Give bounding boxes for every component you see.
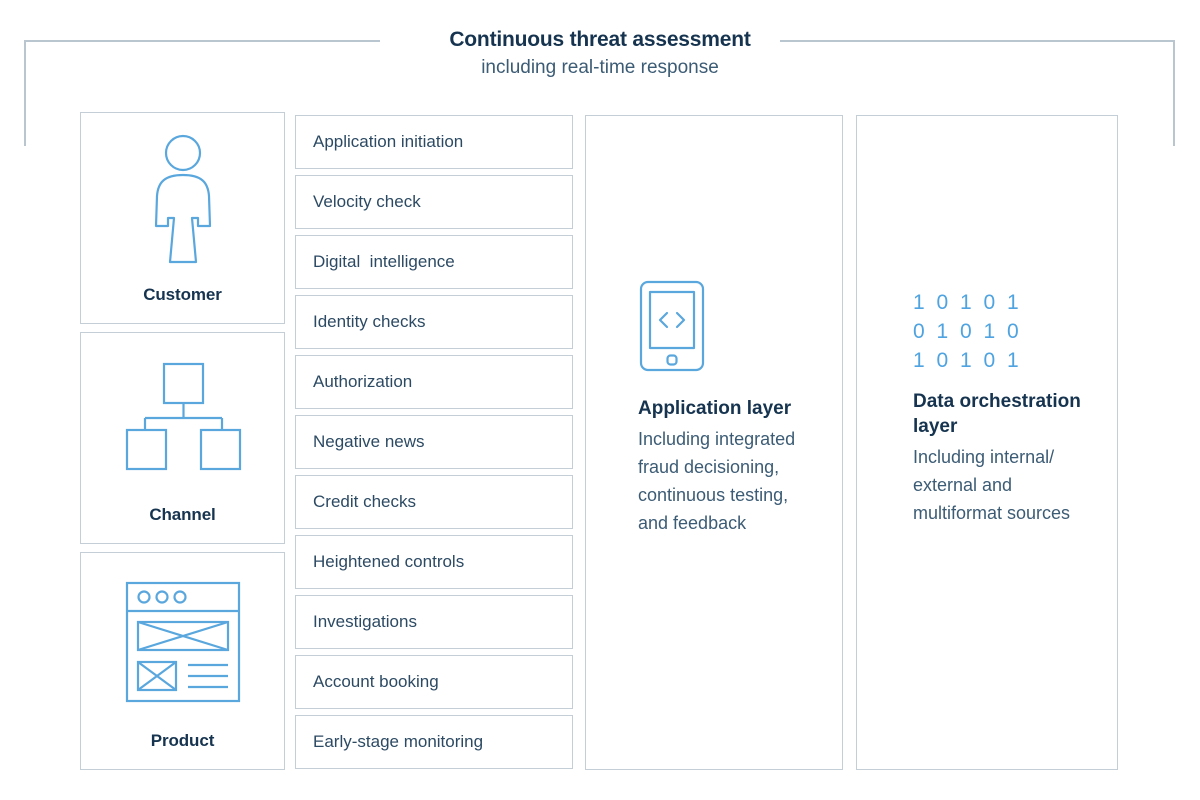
layer-content-data-orchestration: 1 0 1 0 1 0 1 0 1 0 1 0 1 0 1 Data orche… <box>913 288 1089 527</box>
layer-description-data-orchestration: Including internal/ external and multifo… <box>913 447 1071 523</box>
check-item[interactable]: Velocity check <box>295 175 573 229</box>
check-item[interactable]: Credit checks <box>295 475 573 529</box>
check-item[interactable]: Account booking <box>295 655 573 709</box>
page-subtitle: including real-time response <box>481 57 719 78</box>
entity-card-product[interactable]: Product <box>80 552 285 770</box>
entity-card-channel[interactable]: Channel <box>80 332 285 544</box>
layer-content-application: Application layer Including integrated f… <box>638 279 798 537</box>
header-title-group: Continuous threat assessment including r… <box>0 26 1200 81</box>
check-item[interactable]: Heightened controls <box>295 535 573 589</box>
entity-label-product: Product <box>150 731 215 750</box>
mobile-code-icon <box>638 279 798 378</box>
page-title: Continuous threat assessment <box>449 28 751 51</box>
layer-panel-application[interactable]: Application layer Including integrated f… <box>585 115 843 770</box>
entity-label-customer: Customer <box>143 285 222 304</box>
person-icon <box>81 113 284 285</box>
check-item[interactable]: Negative news <box>295 415 573 469</box>
check-item[interactable]: Identity checks <box>295 295 573 349</box>
check-item[interactable]: Application initiation <box>295 115 573 169</box>
browser-wireframe-icon <box>81 553 284 731</box>
layer-title-application: Application layer <box>638 398 792 419</box>
binary-data-icon: 1 0 1 0 1 0 1 0 1 0 1 0 1 0 1 <box>913 291 1022 372</box>
check-item[interactable]: Investigations <box>295 595 573 649</box>
entity-label-channel: Channel <box>149 505 216 524</box>
entity-card-customer[interactable]: Customer <box>80 112 285 324</box>
layer-description-application: Including integrated fraud decisioning, … <box>638 429 796 533</box>
diagram-canvas: Continuous threat assessment including r… <box>0 0 1200 800</box>
check-item[interactable]: Digital intelligence <box>295 235 573 289</box>
check-item[interactable]: Authorization <box>295 355 573 409</box>
layer-panel-data-orchestration[interactable]: 1 0 1 0 1 0 1 0 1 0 1 0 1 0 1 Data orche… <box>856 115 1118 770</box>
org-chart-icon <box>81 333 284 505</box>
layer-title-data-orchestration: Data orchestration layer <box>913 391 1081 437</box>
check-list: Application initiation Velocity check Di… <box>295 115 573 775</box>
check-item[interactable]: Early-stage monitoring <box>295 715 573 769</box>
